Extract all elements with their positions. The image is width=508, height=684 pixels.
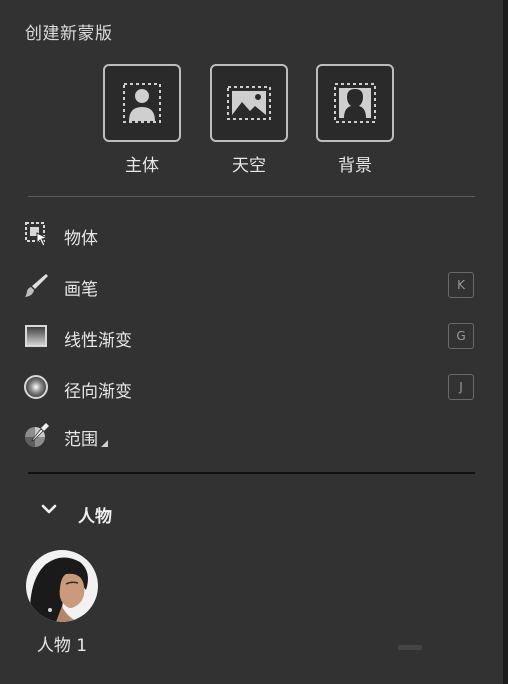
divider [28,472,475,474]
tool-radial-gradient-label: 径向渐变 [64,382,132,402]
tool-object-label: 物体 [64,229,98,249]
scroll-indicator [398,645,422,650]
mask-group-name: 人物 [78,507,112,527]
panel-title: 创建新蒙版 [25,24,113,44]
tool-range-text: 范围 [64,430,98,450]
tool-brush[interactable]: 画笔 K [20,265,480,305]
range-eyedropper-icon [25,423,49,447]
tool-brush-label: 画笔 [64,280,98,300]
tool-range[interactable]: 范围 [20,415,480,455]
select-subject-icon [123,83,161,123]
dropdown-triangle-icon [101,440,108,447]
chevron-down-icon [41,504,57,514]
tool-linear-gradient[interactable]: 线性渐变 G [20,316,480,356]
shortcut-key-j: J [448,374,474,400]
select-subject-button[interactable] [103,64,181,142]
tool-range-label: 范围 [64,425,108,450]
mask-item-label: 人物 1 [36,636,88,656]
linear-gradient-icon [25,325,47,347]
shortcut-key-k: K [448,272,474,298]
select-sky-label: 天空 [232,156,266,176]
select-background-label: 背景 [338,156,372,176]
masking-panel: 创建新蒙版 主体 天空 背景 物体 画笔 K 线性渐变 G 径向渐变 J 范围 … [0,0,503,684]
select-subject-label: 主体 [125,156,159,176]
tool-radial-gradient[interactable]: 径向渐变 J [20,367,480,407]
panel-edge [503,0,508,684]
select-background-button[interactable] [316,64,394,142]
shortcut-key-g: G [448,323,474,349]
select-background-icon [334,83,376,123]
brush-icon [25,274,48,297]
radial-gradient-icon [24,375,48,399]
select-sky-button[interactable] [210,64,288,142]
person-thumbnail [26,550,98,622]
tool-object[interactable]: 物体 [20,214,480,254]
object-select-icon [25,222,49,247]
select-sky-icon [227,86,271,120]
tool-linear-gradient-label: 线性渐变 [64,331,132,351]
divider [28,196,475,197]
mask-thumbnail[interactable] [26,550,98,622]
